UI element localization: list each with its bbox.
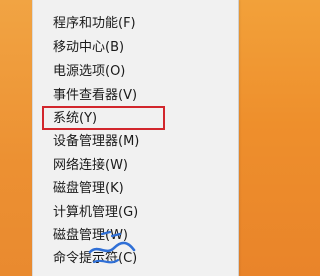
power-user-context-menu: 程序和功能(F) 移动中心(B) 电源选项(O) 事件查看器(V) 系统(Y) … (32, 0, 239, 276)
menu-item-disk-management-2[interactable]: 磁盘管理(W) (53, 225, 128, 247)
menu-item-programs-and-features[interactable]: 程序和功能(F) (53, 13, 136, 35)
menu-item-computer-management[interactable]: 计算机管理(G) (53, 202, 138, 224)
menu-item-power-options[interactable]: 电源选项(O) (53, 61, 125, 83)
menu-item-device-manager[interactable]: 设备管理器(M) (53, 131, 139, 153)
menu-item-command-prompt[interactable]: 命令提示符(C) (53, 248, 137, 270)
menu-item-network-connections[interactable]: 网络连接(W) (53, 155, 128, 177)
menu-item-event-viewer[interactable]: 事件查看器(V) (53, 85, 137, 107)
menu-item-mobility-center[interactable]: 移动中心(B) (53, 37, 124, 59)
menu-item-system[interactable]: 系统(Y) (53, 108, 97, 130)
menu-item-disk-management[interactable]: 磁盘管理(K) (53, 178, 124, 200)
desktop-background (0, 0, 32, 276)
